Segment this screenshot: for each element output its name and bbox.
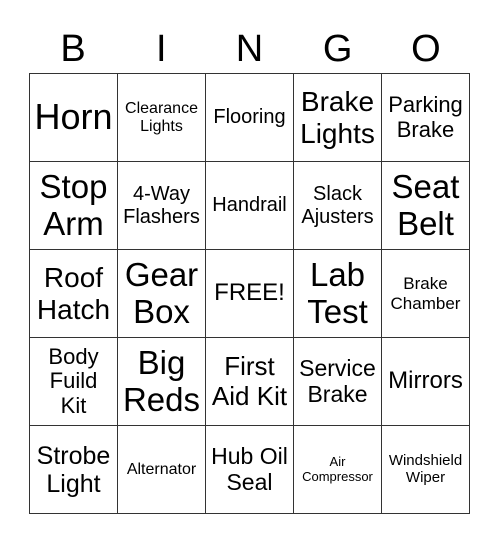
bingo-cell-free[interactable]: FREE!	[205, 249, 294, 338]
bingo-cell[interactable]: Gear Box	[117, 249, 206, 338]
bingo-cell[interactable]: Lab Test	[293, 249, 382, 338]
bingo-cell[interactable]: Hub Oil Seal	[205, 425, 294, 514]
bingo-cell[interactable]: Air Compressor	[293, 425, 382, 514]
bingo-cell[interactable]: Horn	[29, 73, 118, 162]
bingo-cell[interactable]: Stop Arm	[29, 161, 118, 250]
bingo-cell[interactable]: Body Fuild Kit	[29, 337, 118, 426]
header-letter-b: B	[60, 28, 86, 70]
bingo-cell[interactable]: Brake Chamber	[381, 249, 470, 338]
header-letter-n: N	[235, 28, 264, 70]
bingo-cell[interactable]: Strobe Light	[29, 425, 118, 514]
bingo-cell[interactable]: Mirrors	[381, 337, 470, 426]
bingo-cell[interactable]: Flooring	[205, 73, 294, 162]
bingo-cell[interactable]: Brake Lights	[293, 73, 382, 162]
bingo-cell[interactable]: Roof Hatch	[29, 249, 118, 338]
bingo-cell[interactable]: Clearance Lights	[117, 73, 206, 162]
bingo-cell[interactable]: Big Reds	[117, 337, 206, 426]
header-letter-i: I	[156, 28, 167, 70]
bingo-cell[interactable]: Parking Brake	[381, 73, 470, 162]
header-letter-o: O	[411, 28, 441, 70]
bingo-header: B I N G O	[29, 26, 470, 72]
bingo-cell[interactable]: Handrail	[205, 161, 294, 250]
bingo-cell[interactable]: First Aid Kit	[205, 337, 294, 426]
bingo-grid: Horn Clearance Lights Flooring Brake Lig…	[29, 73, 470, 514]
bingo-cell[interactable]: Alternator	[117, 425, 206, 514]
bingo-cell[interactable]: Slack Ajusters	[293, 161, 382, 250]
bingo-cell[interactable]: Seat Belt	[381, 161, 470, 250]
bingo-cell[interactable]: Windshield Wiper	[381, 425, 470, 514]
bingo-cell[interactable]: 4-Way Flashers	[117, 161, 206, 250]
header-letter-g: G	[322, 28, 353, 70]
bingo-cell[interactable]: Service Brake	[293, 337, 382, 426]
